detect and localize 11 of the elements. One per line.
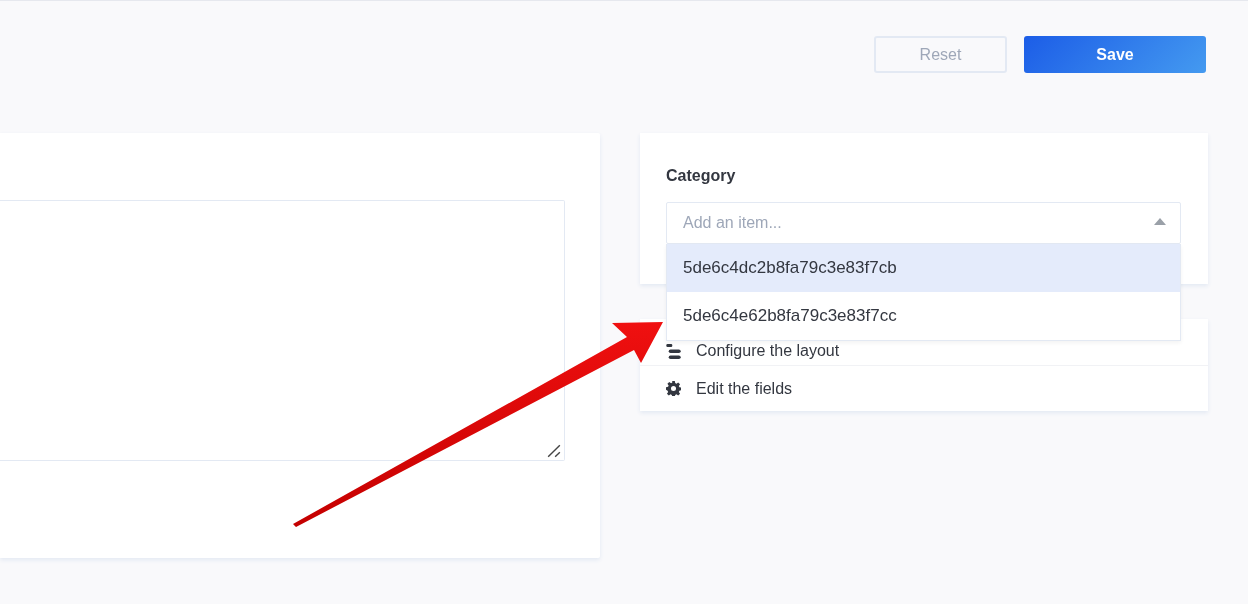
field-label: Category (666, 166, 737, 186)
caret-icon[interactable] (1154, 217, 1166, 225)
sidebar-link[interactable]: Edit the fields (640, 365, 1208, 411)
dropdown-option[interactable]: 5de6c4e62b8fa79c3e83f7cc (667, 292, 1180, 340)
resize-handle-icon[interactable] (547, 444, 561, 458)
placeholder-text: Add an item... (683, 214, 782, 232)
layout-icon (666, 343, 681, 359)
dropdown-option[interactable]: 5de6c4dc2b8fa79c3e83f7cb (667, 244, 1180, 292)
settings-icon (666, 381, 681, 396)
save-button[interactable]: Save (1024, 36, 1206, 73)
text-area-field[interactable] (0, 200, 565, 461)
